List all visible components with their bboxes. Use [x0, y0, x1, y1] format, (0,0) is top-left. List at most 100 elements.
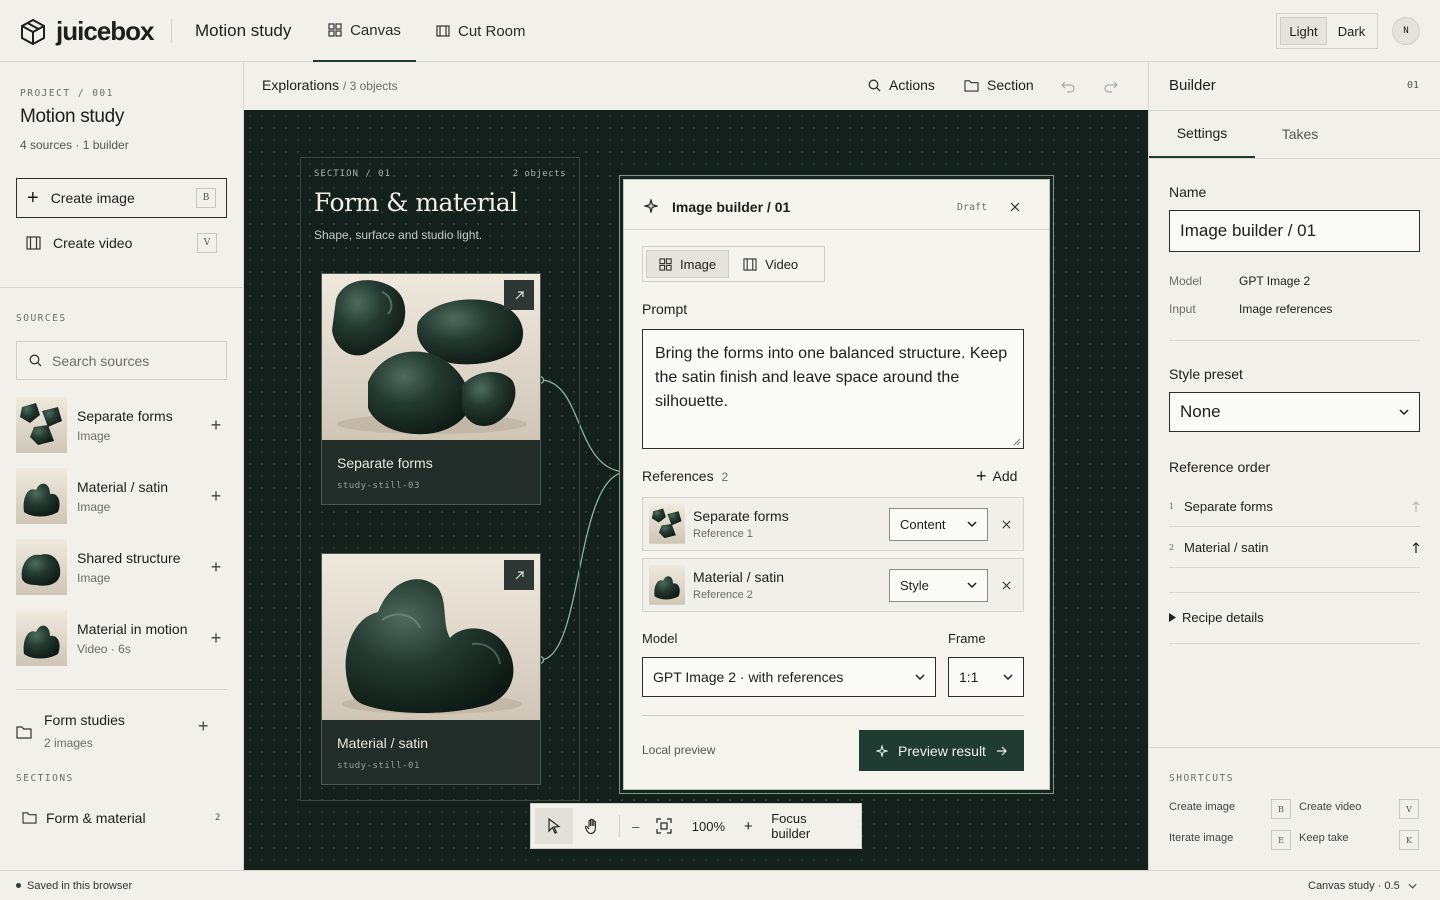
add-source-button[interactable]: + [205, 628, 227, 649]
version-label: Canvas study · 0.5 [1308, 880, 1400, 892]
arrow-up-icon[interactable] [1412, 541, 1420, 554]
prompt-textarea[interactable]: Bring the forms into one balanced struct… [642, 329, 1024, 449]
mode-label: Video [765, 256, 799, 272]
select-value: None [1180, 402, 1221, 421]
create-video-button[interactable]: Create video V [16, 223, 227, 263]
arrow-up-icon[interactable] [1412, 500, 1420, 513]
model-value: GPT Image 2 [1239, 274, 1311, 288]
sparkle-icon [644, 199, 658, 213]
section-button[interactable]: Section [964, 77, 1034, 93]
create-image-label: Create image [50, 190, 135, 206]
tab-label: Cut Room [458, 22, 526, 40]
reference-order-label: Reference order [1169, 459, 1271, 475]
breadcrumb-current[interactable]: Explorations [262, 77, 339, 93]
arrow-up-right-icon [515, 570, 524, 579]
list-item[interactable]: Material / satin Image + [16, 467, 227, 525]
reference-role-select[interactable]: Content [889, 507, 988, 541]
saved-status: Saved in this browser [27, 880, 133, 892]
tab-takes[interactable]: Takes [1255, 110, 1345, 158]
folder-count: 2 images [44, 736, 93, 750]
search-input[interactable]: Search sources [16, 341, 227, 380]
pan-tool-button[interactable] [573, 808, 611, 844]
film-icon [436, 25, 450, 37]
add-source-button[interactable]: + [205, 415, 227, 436]
source-name: Material / satin [77, 478, 169, 495]
fit-view-button[interactable] [644, 808, 684, 844]
add-to-folder-button[interactable]: + [198, 716, 209, 737]
section-item-form-material[interactable]: Form & material 2 [16, 806, 227, 830]
open-card-button[interactable] [504, 280, 534, 310]
shortcut-key: B [196, 188, 216, 208]
canvas-card[interactable]: Separate forms study-still-03 [321, 273, 541, 505]
canvas[interactable]: SECTION / 01 2 objects Form & material S… [244, 110, 1148, 870]
tab-settings[interactable]: Settings [1149, 110, 1255, 158]
theme-dark-option[interactable]: Dark [1329, 17, 1374, 45]
add-source-button[interactable]: + [205, 557, 227, 578]
create-image-button[interactable]: + Create image B [16, 178, 227, 218]
source-name: Shared structure [77, 549, 181, 566]
select-value: 1:1 [959, 669, 979, 685]
style-preset-select[interactable]: None [1169, 392, 1420, 432]
model-select[interactable]: GPT Image 2 · with references [642, 657, 936, 697]
shortcut-label: Create image [1169, 801, 1236, 813]
section-label: Section [987, 77, 1034, 93]
reference-sub: Reference 2 [693, 589, 753, 601]
name-input[interactable]: Image builder / 01 [1169, 210, 1420, 252]
version-selector[interactable]: Canvas study · 0.5 [1308, 880, 1417, 892]
redo-icon[interactable] [1104, 80, 1118, 93]
frame-select[interactable]: 1:1 [948, 657, 1024, 697]
close-icon[interactable] [1010, 202, 1020, 212]
status-bar: Saved in this browser Canvas study · 0.5 [0, 870, 1440, 900]
canvas-card[interactable]: Material / satin study-still-01 [321, 553, 541, 785]
divider [1149, 158, 1440, 159]
preview-result-button[interactable]: Preview result [859, 730, 1024, 771]
logo[interactable]: juicebox [20, 16, 154, 47]
add-source-button[interactable]: + [205, 486, 227, 507]
zoom-out-button[interactable]: – [628, 808, 644, 844]
card-name: Separate forms [337, 455, 433, 471]
actions-button[interactable]: Actions [868, 77, 935, 93]
undo-icon[interactable] [1061, 80, 1075, 93]
zoom-in-button[interactable]: + [733, 808, 763, 844]
project-eyebrow: PROJECT / 001 [20, 88, 114, 99]
open-card-button[interactable] [504, 560, 534, 590]
reference-role-select[interactable]: Style [889, 568, 988, 602]
mode-video-option[interactable]: Video [731, 250, 810, 278]
remove-reference-icon[interactable] [1002, 581, 1011, 590]
tab-canvas[interactable]: Canvas [313, 0, 416, 62]
focus-builder-button[interactable]: Focus builder [763, 808, 857, 844]
order-number: 2 [1169, 543, 1175, 552]
add-reference-button[interactable]: + Add [976, 467, 1017, 485]
object-count: / 3 objects [342, 79, 398, 93]
card-name: Material / satin [337, 735, 429, 751]
select-tool-button[interactable] [535, 808, 573, 844]
mode-image-option[interactable]: Image [646, 250, 730, 278]
list-item[interactable]: Separate forms Image + [16, 396, 227, 454]
reference-order-item: 2 Material / satin [1169, 528, 1420, 568]
image-builder-panel[interactable]: Image builder / 01 Draft Image Video Pro… [623, 179, 1050, 790]
pointer-icon [548, 818, 561, 834]
resize-handle-icon[interactable] [1013, 438, 1021, 446]
recipe-details-toggle[interactable]: Recipe details [1169, 610, 1264, 625]
shortcut-label: Iterate image [1169, 832, 1234, 844]
list-item[interactable]: Shared structure Image + [16, 538, 227, 596]
name-label: Name [1169, 184, 1207, 200]
shortcut-key: B [1271, 799, 1291, 819]
tab-cut-room[interactable]: Cut Room [436, 0, 526, 62]
avatar[interactable]: N [1392, 17, 1420, 45]
toolbar-divider [618, 815, 620, 837]
chevron-down-icon [967, 521, 977, 527]
theme-light-option[interactable]: Light [1280, 17, 1327, 45]
remove-reference-icon[interactable] [1002, 520, 1011, 529]
folder-icon [22, 812, 37, 824]
shortcut-key: V [197, 233, 217, 253]
list-item[interactable]: Material in motion Video · 6s + [16, 609, 227, 667]
divider [171, 19, 172, 43]
builder-status: Draft [957, 202, 988, 213]
section-frame[interactable]: SECTION / 01 2 objects Form & material S… [300, 157, 580, 801]
reference-name: Separate forms [693, 508, 789, 524]
local-preview-label: Local preview [642, 743, 716, 757]
folder-item[interactable]: Form studies 2 images + [16, 710, 227, 754]
builder-header: Image builder / 01 Draft [624, 180, 1049, 230]
section-eyebrow: SECTION / 01 [314, 169, 392, 179]
